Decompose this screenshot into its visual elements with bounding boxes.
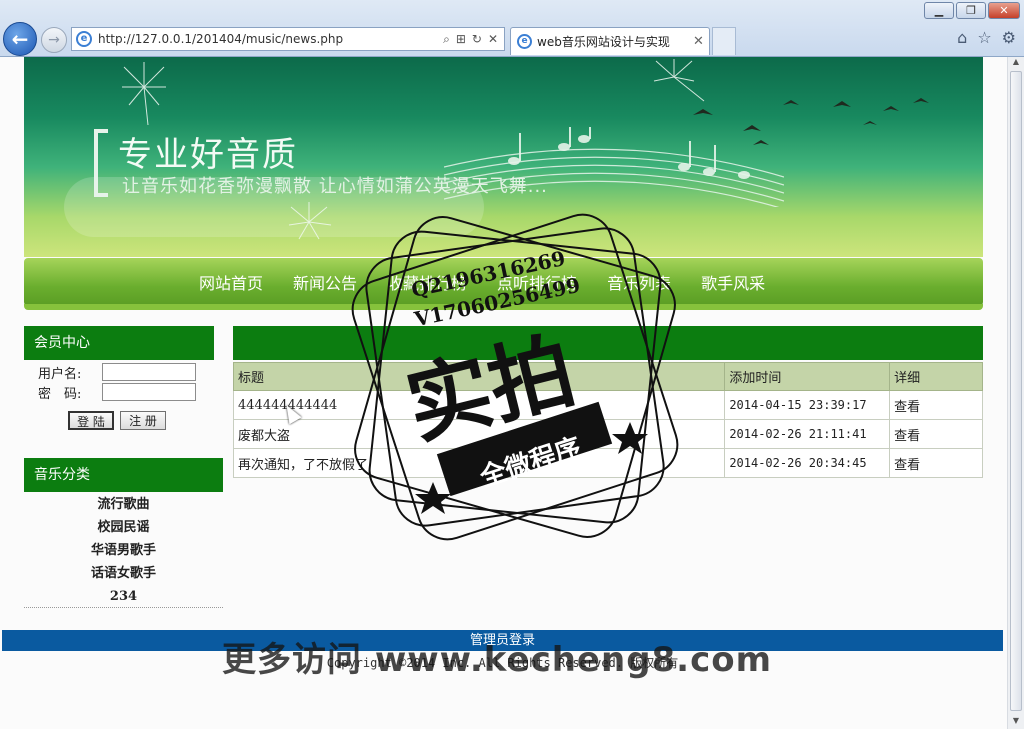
scrollbar-thumb[interactable] [1010, 71, 1022, 711]
tools-gear-icon[interactable]: ⚙ [1002, 28, 1016, 47]
category-list: 流行歌曲 校园民谣 华语男歌手 话语女歌手 234 [24, 493, 223, 608]
news-view-link[interactable]: 查看 [889, 390, 983, 420]
category-divider [24, 607, 223, 608]
copyright-text: Copyright ©2014 Inc. All Rights Reserved… [326, 656, 679, 670]
category-item[interactable]: 流行歌曲 [24, 493, 223, 516]
compatibility-icon[interactable]: ⊞ [456, 32, 466, 47]
window-controls: ▁ ❐ ✕ [924, 2, 1020, 19]
scroll-down-icon[interactable]: ▼ [1008, 716, 1024, 729]
category-item[interactable]: 234 [24, 585, 223, 608]
forward-button[interactable]: → [41, 27, 67, 53]
restore-button[interactable]: ❐ [956, 2, 986, 19]
banner-bracket [94, 129, 108, 197]
news-heading-bar [233, 326, 983, 360]
news-time: 2014-02-26 21:11:41 [724, 419, 891, 449]
banner-title: 专业好音质 [118, 135, 298, 175]
back-button[interactable]: ← [3, 22, 37, 56]
news-time: 2014-02-26 20:34:45 [724, 448, 891, 478]
column-detail: 详细 [889, 362, 983, 391]
tab-title: web音乐网站设计与实现 [537, 35, 670, 49]
table-row: 废都大盗 2014-02-26 21:11:41 查看 [232, 419, 983, 449]
news-title[interactable]: 废都大盗 [232, 419, 726, 449]
username-row: 用户名: [38, 362, 208, 382]
music-category-heading: 音乐分类 [24, 458, 223, 492]
news-title[interactable]: 444444444444 [232, 390, 726, 420]
scroll-up-icon[interactable]: ▲ [1008, 57, 1024, 70]
news-time: 2014-04-15 23:39:17 [724, 390, 891, 420]
refresh-icon[interactable]: ↻ [472, 32, 482, 47]
table-row: 444444444444 2014-04-15 23:39:17 查看 [232, 390, 983, 420]
nav-news[interactable]: 新闻公告 [293, 270, 357, 294]
new-tab-button[interactable] [712, 27, 736, 55]
column-title: 标题 [232, 362, 726, 391]
column-time: 添加时间 [724, 362, 891, 391]
table-row: 再次通知，了不放假了 2014-02-26 20:34:45 查看 [232, 448, 983, 478]
search-icon[interactable]: ⌕ [443, 32, 450, 47]
admin-login-link[interactable]: 管理员登录 [470, 633, 535, 648]
nav-singers[interactable]: 歌手风采 [701, 270, 765, 294]
login-buttons: 登 陆 注 册 [68, 411, 166, 430]
register-button[interactable]: 注 册 [120, 411, 166, 430]
main-nav: 网站首页 新闻公告 收藏排行榜 点听排行榜 音乐列表 歌手风采 [24, 258, 983, 306]
dandelion-icon [122, 62, 166, 126]
favorites-icon[interactable]: ☆ [977, 28, 991, 47]
dandelion-small-icon [288, 202, 332, 240]
browser-toolbar-right: ⌂ ☆ ⚙ [957, 28, 1016, 47]
close-window-button[interactable]: ✕ [988, 2, 1020, 19]
category-item[interactable]: 话语女歌手 [24, 562, 223, 585]
minimize-button[interactable]: ▁ [924, 2, 954, 19]
nav-favorites-ranking[interactable]: 收藏排行榜 [387, 270, 467, 294]
footer-bar: 管理员登录 [2, 630, 1003, 651]
browser-chrome: ▁ ❐ ✕ ← → e http://127.0.0.1/201404/musi… [0, 0, 1024, 57]
category-item[interactable]: 华语男歌手 [24, 539, 223, 562]
browser-tab[interactable]: e web音乐网站设计与实现 ✕ [510, 27, 710, 55]
password-input[interactable] [102, 383, 196, 401]
address-bar[interactable]: e http://127.0.0.1/201404/music/news.php… [71, 27, 505, 51]
password-label: 密 码: [38, 386, 82, 402]
news-table-header: 标题 添加时间 详细 [232, 362, 983, 391]
news-view-link[interactable]: 查看 [889, 448, 983, 478]
nav-home[interactable]: 网站首页 [199, 270, 263, 294]
member-center-heading: 会员中心 [24, 326, 214, 360]
username-input[interactable] [102, 363, 196, 381]
birds-decoration [683, 85, 943, 169]
nav-listen-ranking[interactable]: 点听排行榜 [497, 270, 577, 294]
birds-icon [693, 98, 929, 145]
tab-ie-icon: e [517, 34, 532, 49]
news-title[interactable]: 再次通知，了不放假了 [232, 448, 726, 478]
password-row: 密 码: [38, 382, 208, 402]
nav-music-list[interactable]: 音乐列表 [607, 270, 671, 294]
home-icon[interactable]: ⌂ [957, 28, 967, 47]
news-view-link[interactable]: 查看 [889, 419, 983, 449]
login-button[interactable]: 登 陆 [68, 411, 114, 430]
address-url[interactable]: http://127.0.0.1/201404/music/news.php [98, 32, 443, 46]
nav-underline [24, 304, 983, 310]
ie-icon: e [76, 31, 92, 47]
vertical-scrollbar[interactable]: ▲ ▼ [1007, 57, 1024, 729]
site-banner: 专业好音质 让音乐如花香弥漫飘散 让心情如蒲公英漫天飞舞... [24, 57, 983, 257]
address-tools: ⌕ ⊞ ↻ ✕ [443, 32, 504, 47]
tab-close-icon[interactable]: ✕ [693, 34, 709, 49]
username-label: 用户名: [38, 366, 82, 382]
news-table: 标题 添加时间 详细 444444444444 2014-04-15 23:39… [232, 362, 983, 478]
category-item[interactable]: 校园民谣 [24, 516, 223, 539]
stop-icon[interactable]: ✕ [488, 32, 498, 47]
